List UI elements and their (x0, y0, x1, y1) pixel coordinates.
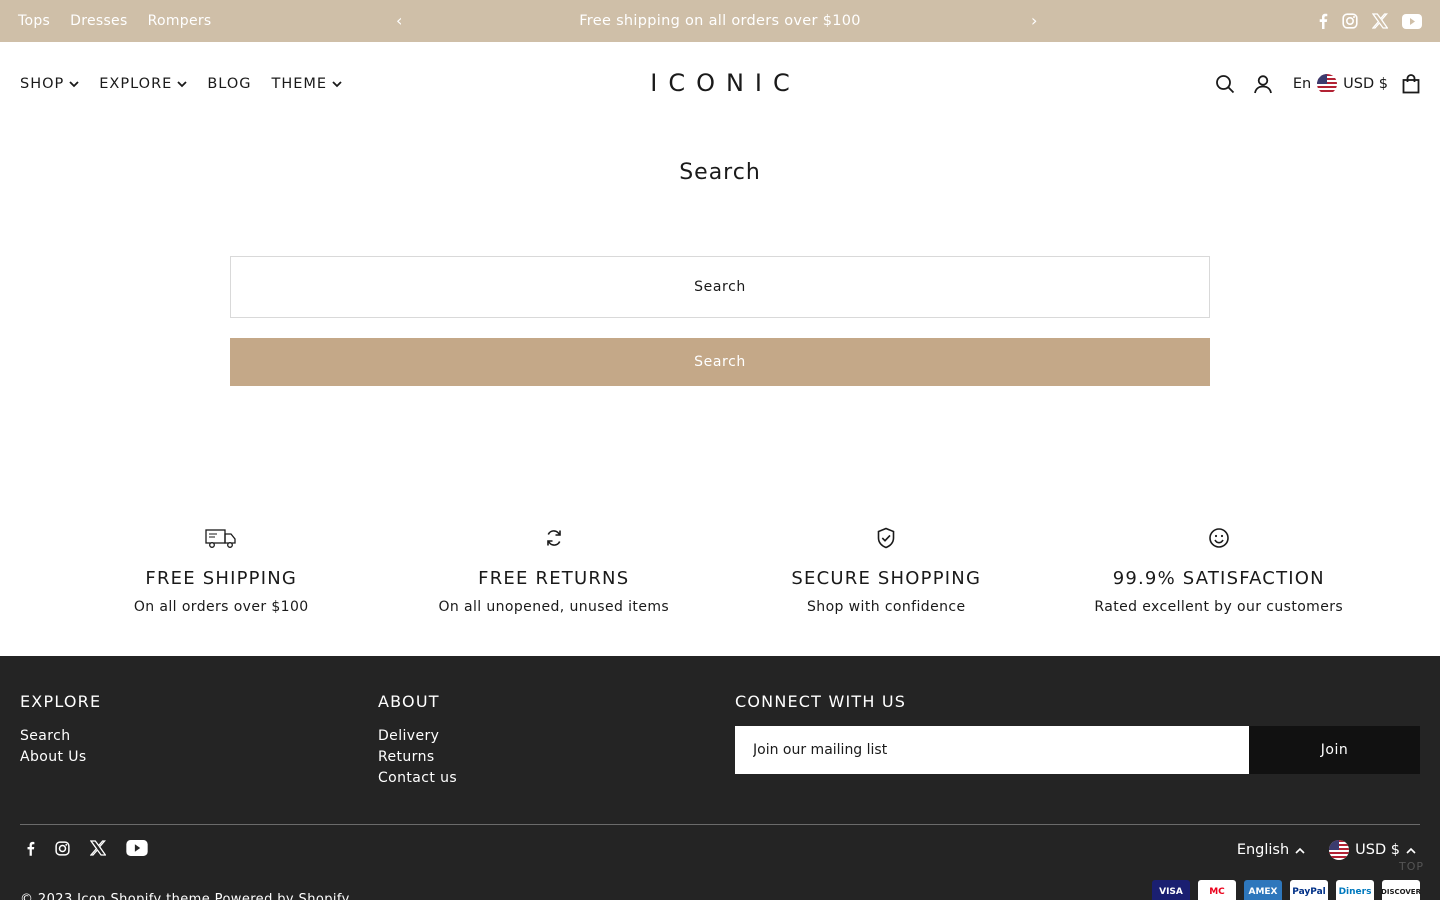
nav-item-shop[interactable]: SHOP (20, 76, 79, 92)
site-footer: EXPLORE Search About Us ABOUT Delivery R… (0, 656, 1440, 900)
chevron-down-icon (177, 76, 187, 92)
language-selector[interactable]: En (1293, 76, 1311, 92)
smiley-icon (1053, 520, 1386, 556)
currency-label: USD $ (1355, 842, 1400, 858)
chevron-up-icon (1406, 842, 1416, 858)
footer-heading: CONNECT WITH US (735, 692, 907, 711)
announcement-bar: Tops Dresses Rompers ‹ Free shipping on … (0, 0, 1440, 42)
youtube-icon[interactable] (1402, 13, 1422, 29)
refresh-icon (388, 520, 721, 556)
newsletter-form: Join (735, 726, 1420, 774)
us-flag-icon (1317, 74, 1338, 94)
diners-icon: Diners (1336, 880, 1374, 900)
account-icon[interactable] (1253, 74, 1273, 94)
newsletter-email-field[interactable] (735, 726, 1249, 774)
chevron-down-icon (69, 76, 79, 92)
footer-link-search[interactable]: Search (20, 728, 101, 744)
nav-label: EXPLORE (99, 76, 173, 92)
visa-icon: VISA (1152, 880, 1190, 900)
footer-selectors: English USD $ (1237, 840, 1416, 860)
feature-title: FREE SHIPPING (145, 568, 298, 589)
footer-link-returns[interactable]: Returns (378, 749, 457, 765)
search-icon[interactable] (1215, 74, 1235, 94)
mastercard-icon: MC (1198, 880, 1236, 900)
payment-icons: VISA MC AMEX PayPal Diners DISCOVER (1152, 880, 1421, 900)
nav-item-explore[interactable]: EXPLORE (99, 76, 187, 92)
instagram-icon[interactable] (1342, 13, 1358, 29)
x-icon[interactable] (89, 840, 107, 860)
back-to-top-button[interactable]: TOP (1399, 860, 1424, 873)
feature-free-returns: FREE RETURNS On all unopened, unused ite… (388, 520, 721, 615)
facebook-icon[interactable] (1318, 13, 1328, 29)
feature-secure-shopping: SECURE SHOPPING Shop with confidence (720, 520, 1053, 615)
amex-icon: AMEX (1244, 880, 1282, 900)
search-button[interactable]: Search (230, 338, 1210, 386)
x-icon[interactable] (1372, 13, 1388, 29)
topbar-link-dresses[interactable]: Dresses (70, 13, 127, 29)
discover-icon: DISCOVER (1381, 880, 1421, 900)
language-label: English (1236, 842, 1290, 858)
header-actions: En USD $ (1203, 42, 1420, 126)
footer-heading: EXPLORE (20, 692, 102, 711)
nav-label: THEME (271, 76, 328, 92)
feature-title: FREE RETURNS (478, 568, 630, 589)
cart-bag-icon[interactable] (1402, 74, 1420, 94)
us-flag-icon (1329, 840, 1350, 860)
feature-title: SECURE SHOPPING (791, 568, 982, 589)
nav-label: SHOP (20, 76, 65, 92)
youtube-icon[interactable] (126, 840, 148, 860)
feature-satisfaction: 99.9% SATISFACTION Rated excellent by ou… (1053, 520, 1386, 615)
category-links: Tops Dresses Rompers (18, 0, 212, 42)
announcement-next-arrow[interactable]: › (1031, 11, 1037, 30)
feature-text: Rated excellent by our customers (1094, 599, 1344, 615)
feature-title: 99.9% SATISFACTION (1112, 568, 1325, 589)
topbar-link-tops[interactable]: Tops (18, 13, 50, 29)
footer-socials (26, 840, 148, 860)
footer-link-delivery[interactable]: Delivery (378, 728, 457, 744)
announcement-text: Free shipping on all orders over $100 (579, 13, 861, 29)
footer-connect: CONNECT WITH US (735, 692, 906, 728)
topbar-socials (1318, 0, 1422, 42)
footer-link-about-us[interactable]: About Us (20, 749, 101, 765)
feature-free-shipping: FREE SHIPPING On all orders over $100 (55, 520, 388, 615)
paypal-icon: PayPal (1290, 880, 1328, 900)
site-logo[interactable]: ICONIC (620, 69, 820, 97)
feature-text: On all orders over $100 (133, 599, 309, 615)
topbar-link-rompers[interactable]: Rompers (148, 13, 212, 29)
feature-text: On all unopened, unused items (438, 599, 670, 615)
footer-explore: EXPLORE Search About Us (20, 692, 101, 770)
join-button[interactable]: Join (1249, 726, 1420, 774)
feature-strip: FREE SHIPPING On all orders over $100 FR… (55, 520, 1385, 615)
instagram-icon[interactable] (55, 840, 70, 860)
nav-item-theme[interactable]: THEME (272, 76, 343, 92)
facebook-icon[interactable] (26, 841, 35, 860)
nav-label: BLOG (207, 76, 252, 92)
main-nav: SHOP EXPLORE BLOG THEME (20, 42, 342, 126)
currency-selector[interactable]: USD $ (1343, 76, 1388, 92)
footer-divider (20, 824, 1420, 825)
truck-icon (55, 520, 388, 556)
footer-link-contact-us[interactable]: Contact us (378, 770, 457, 786)
footer-about: ABOUT Delivery Returns Contact us (378, 692, 457, 791)
nav-item-blog[interactable]: BLOG (207, 76, 251, 92)
copyright-text: © 2023 Icon Shopify theme Powered by Sho… (20, 892, 350, 900)
footer-language-selector[interactable]: English (1237, 842, 1305, 858)
site-header: SHOP EXPLORE BLOG THEME ICONIC En USD $ (0, 42, 1440, 126)
page-title: Search (679, 160, 761, 185)
footer-currency-selector[interactable]: USD $ (1329, 840, 1416, 860)
feature-text: Shop with confidence (807, 599, 966, 615)
announcement-prev-arrow[interactable]: ‹ (396, 11, 402, 30)
chevron-up-icon (1295, 842, 1305, 858)
search-input[interactable] (230, 256, 1210, 318)
shield-check-icon (720, 520, 1053, 556)
footer-heading: ABOUT (378, 692, 440, 711)
chevron-down-icon (332, 76, 342, 92)
